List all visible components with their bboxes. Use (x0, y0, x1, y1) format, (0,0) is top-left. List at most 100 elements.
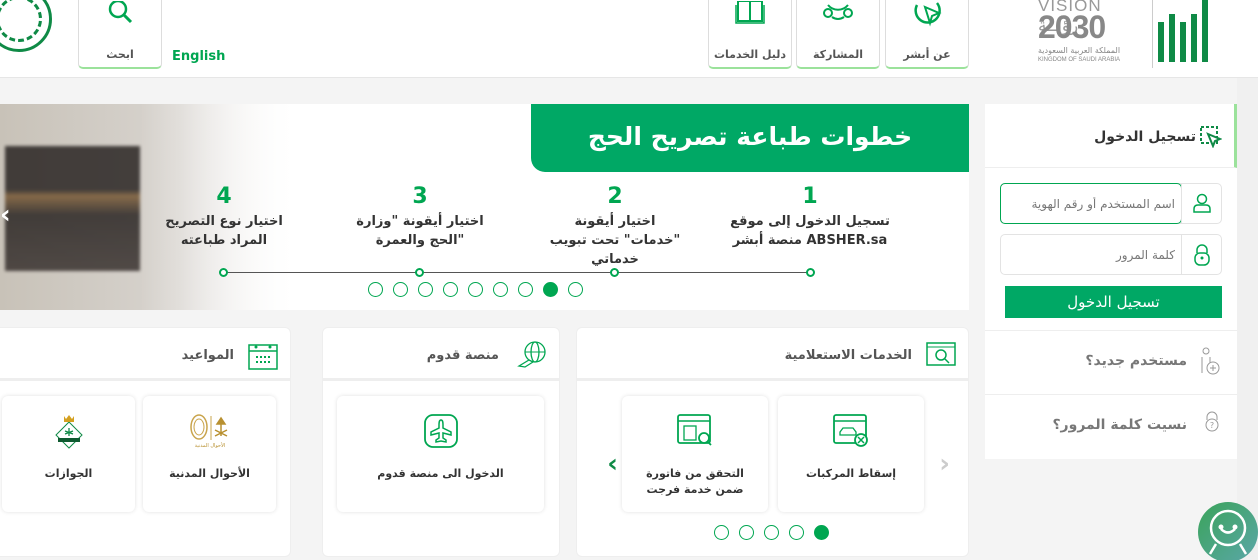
language-english-link[interactable]: English (172, 49, 225, 64)
appointments-panel: المواعيد الأحوال المدنية الأحوال المدنية… (0, 327, 291, 557)
search-button[interactable]: ابحث (78, 0, 162, 69)
service-card-label: الدخول الى منصة قدوم (377, 467, 504, 480)
nav-about-absher[interactable]: عن أبشر (885, 0, 969, 69)
forgot-password-label: نسيت كلمة المرور؟ (1052, 417, 1187, 433)
pagination-dot[interactable] (468, 282, 483, 297)
service-card-qudoom-login[interactable]: الدخول الى منصة قدوم (337, 396, 544, 512)
banner-title: خطوات طباعة تصريح الحج (531, 104, 969, 172)
panel-header: الخدمات الاستعلامية (577, 328, 968, 381)
step-1: 1 تسجيل الدخول إلى موقع منصة أبشر ABSHER.… (720, 184, 900, 250)
appointment-card-passports[interactable]: الجوازات (2, 396, 135, 512)
vision-line2: 2030 (1038, 9, 1106, 45)
step-number: 4 (216, 184, 232, 209)
login-title: تسجيل الدخول (1094, 129, 1196, 145)
inquiry-pagination (714, 525, 829, 540)
step-text: اختيار أيقونة "وزارة الحج والعمرة" (356, 214, 484, 248)
chatbot-face-icon (1208, 509, 1248, 555)
svg-text:الأحوال المدنية: الأحوال المدنية (194, 442, 225, 448)
ministry-emblem-logo[interactable] (0, 0, 52, 52)
panel-title: المواعيد (181, 348, 234, 363)
new-user-label: مستخدم جديد؟ (1085, 353, 1187, 369)
step-number: 3 (412, 184, 428, 209)
nav-services-guide[interactable]: دليل الخدمات (708, 0, 792, 69)
pagination-dot[interactable] (764, 525, 779, 540)
service-card-invoice-check[interactable]: التحقق من فاتورة ضمن خدمة فرجت (622, 396, 768, 512)
cursor-circle-icon (914, 2, 942, 27)
step-text: اختيار نوع التصريح المراد طباعته (165, 214, 283, 248)
timeline-dot (806, 268, 815, 277)
login-header: تسجيل الدخول (985, 104, 1237, 168)
password-input[interactable] (1001, 235, 1183, 274)
pagination-dot[interactable] (393, 282, 408, 297)
appointment-card-label: الجوازات (44, 467, 93, 480)
nav-label: دليل الخدمات (713, 48, 787, 61)
timeline-dot (219, 268, 228, 277)
step-number: 2 (607, 184, 623, 209)
username-input[interactable] (1001, 184, 1183, 223)
absher-logo[interactable] (1155, 0, 1215, 68)
lock-question-icon: ? (1205, 411, 1219, 432)
chatbot-button[interactable] (1198, 502, 1258, 560)
passports-logo (54, 415, 83, 449)
pagination-dot[interactable] (518, 282, 533, 297)
pagination-dot[interactable] (714, 525, 729, 540)
search-icon (108, 1, 133, 24)
pagination-dot[interactable] (443, 282, 458, 297)
pagination-dot[interactable] (739, 525, 754, 540)
invoice-search-icon (677, 414, 712, 446)
civil-affairs-logo: الأحوال المدنية (189, 414, 227, 448)
service-card-label: التحقق من فاتورة ضمن خدمة فرجت (646, 467, 744, 496)
lock-icon (1194, 244, 1210, 266)
step-text: اختيار أيقونة "خدمات" تحت تبويب خدماتي (549, 214, 681, 267)
login-panel: تسجيل الدخول تسجيل الدخول مستخدم جديد؟ ?… (985, 104, 1237, 459)
book-icon (735, 1, 765, 24)
search-label: ابحث (106, 48, 134, 61)
panel-header: المواعيد (0, 328, 290, 381)
step-text: تسجيل الدخول إلى موقع منصة أبشر ABSHER.s… (730, 214, 890, 248)
step-number: 1 (802, 184, 818, 209)
pagination-dot[interactable] (368, 282, 383, 297)
carousel-next-arrow[interactable]: › (939, 449, 950, 479)
pagination-dot[interactable] (568, 282, 583, 297)
username-field[interactable] (1000, 183, 1222, 224)
pagination-dot[interactable] (814, 525, 829, 540)
banner-prev-arrow[interactable]: ‹ (0, 200, 11, 230)
vision-line3: المملكة العربية السعودية (1038, 46, 1121, 55)
panel-title: منصة قدوم (426, 348, 499, 363)
pagination-dot[interactable] (418, 282, 433, 297)
vehicle-remove-icon (833, 414, 868, 447)
pagination-dot[interactable] (789, 525, 804, 540)
logo-divider (1152, 0, 1153, 68)
hero-banner: ‹ خطوات طباعة تصريح الحج 1 تسجيل الدخول إ… (0, 104, 969, 310)
svg-text:?: ? (1210, 421, 1214, 430)
panel-header: منصة قدوم (323, 328, 559, 381)
banner-pagination (368, 282, 583, 297)
header: ابحث English دليل الخدمات المشاركة عن أب… (0, 0, 1258, 78)
nav-label: عن أبشر (903, 48, 951, 61)
login-submit-button[interactable]: تسجيل الدخول (1005, 286, 1222, 318)
step-4: 4 اختيار نوع التصريح المراد طباعته (134, 184, 314, 250)
carousel-prev-arrow[interactable]: ‹ (607, 449, 618, 479)
panel-title: الخدمات الاستعلامية (784, 348, 912, 363)
timeline-line (224, 272, 811, 273)
globe-plane-icon (517, 341, 546, 368)
user-icon (1193, 193, 1211, 213)
pagination-dot[interactable] (543, 282, 558, 297)
new-user-link[interactable]: مستخدم جديد؟ (985, 330, 1237, 393)
step-2: 2 اختيار أيقونة "خدمات" تحت تبويب خدماتي (525, 184, 705, 269)
nav-label: المشاركة (813, 48, 863, 61)
page-scrollbar[interactable] (1237, 78, 1258, 560)
forgot-password-link[interactable]: ? نسيت كلمة المرور؟ (985, 394, 1237, 457)
inquiry-services-panel: الخدمات الاستعلامية › إسقاط المركبات الت… (576, 327, 969, 557)
service-card-vehicle-drop[interactable]: إسقاط المركبات (778, 396, 924, 512)
password-field[interactable] (1000, 234, 1222, 275)
nav-participation[interactable]: المشاركة (796, 0, 880, 69)
timeline-dot (415, 268, 424, 277)
vision-line4: KINGDOM OF SAUDI ARABIA (1038, 57, 1121, 63)
service-card-label: إسقاط المركبات (805, 467, 897, 480)
appointment-card-civil-affairs[interactable]: الأحوال المدنية الأحوال المدنية (143, 396, 276, 512)
browser-search-icon (926, 342, 956, 366)
airplane-icon (423, 414, 458, 448)
pagination-dot[interactable] (493, 282, 508, 297)
share-network-icon (823, 4, 853, 20)
